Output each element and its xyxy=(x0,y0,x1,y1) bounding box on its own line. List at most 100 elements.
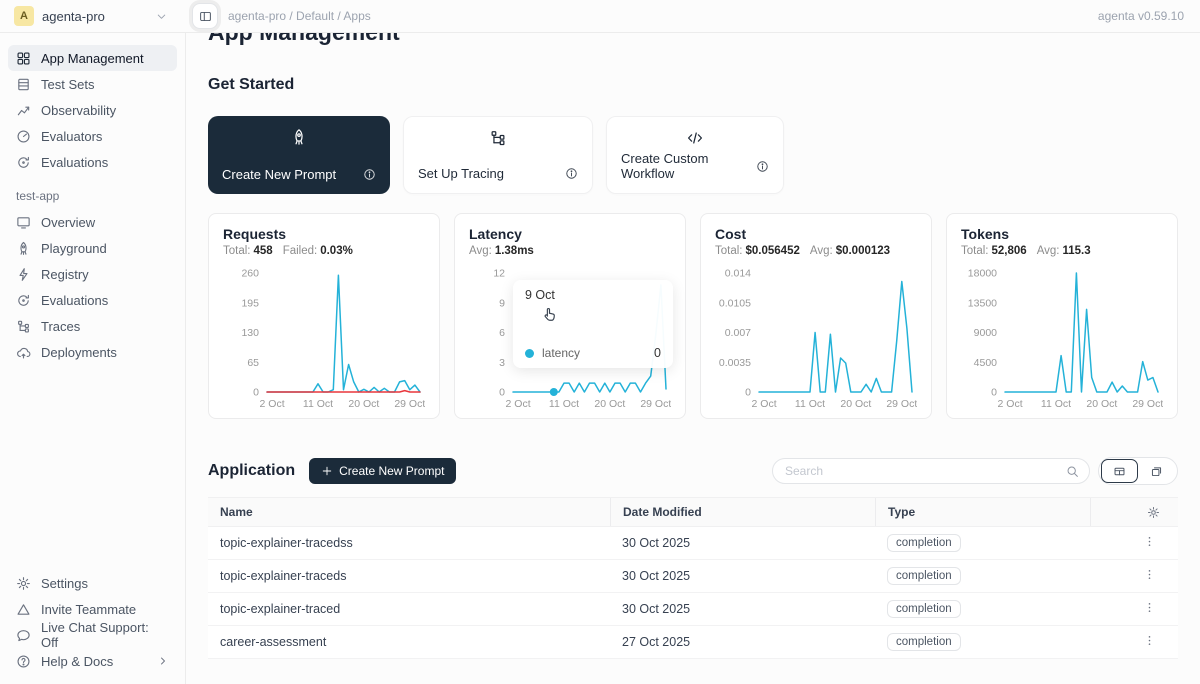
cell-name: topic-explainer-traced xyxy=(208,602,610,616)
column-header-name[interactable]: Name xyxy=(208,498,610,526)
breadcrumb[interactable]: agenta-pro / Default / Apps xyxy=(228,9,371,23)
svg-text:4500: 4500 xyxy=(974,357,998,369)
svg-text:0: 0 xyxy=(253,387,259,399)
sidebar-item-settings[interactable]: Settings xyxy=(8,570,177,596)
cell-date-modified: 30 Oct 2025 xyxy=(610,602,875,616)
search-icon[interactable] xyxy=(1066,465,1079,478)
cell-name: career-assessment xyxy=(208,635,610,649)
svg-text:20 Oct: 20 Oct xyxy=(594,398,625,410)
mouse-cursor-icon xyxy=(541,306,558,326)
card-label: Set Up Tracing xyxy=(418,166,504,181)
dots-vertical-icon xyxy=(1143,601,1156,614)
row-menu-button[interactable] xyxy=(1090,535,1178,551)
metric-title: Latency xyxy=(469,226,671,242)
workspace-selector[interactable]: A agenta-pro xyxy=(0,6,178,26)
svg-text:0.0035: 0.0035 xyxy=(719,357,751,369)
sidebar-item-registry[interactable]: Registry xyxy=(8,261,177,287)
cell-date-modified: 30 Oct 2025 xyxy=(610,569,875,583)
monitor-icon xyxy=(16,215,31,230)
card-view-icon xyxy=(1150,465,1163,478)
table-row-topic-explainer-traceds[interactable]: topic-explainer-traceds 30 Oct 2025 comp… xyxy=(208,560,1178,593)
svg-text:2 Oct: 2 Oct xyxy=(506,398,531,410)
row-menu-button[interactable] xyxy=(1090,634,1178,650)
metric-title: Tokens xyxy=(961,226,1163,242)
info-icon xyxy=(756,160,769,173)
cell-date-modified: 27 Oct 2025 xyxy=(610,635,875,649)
sidebar-item-app-management[interactable]: App Management xyxy=(8,45,177,71)
table-row-topic-explainer-tracedss[interactable]: topic-explainer-tracedss 30 Oct 2025 com… xyxy=(208,527,1178,560)
tree-icon xyxy=(418,129,578,147)
sidebar-item-label: Help & Docs xyxy=(41,654,113,669)
metric-stat: Avg:1.38ms xyxy=(469,245,534,257)
metric-card-tokens: Tokens Total:52,806Avg:115.3 04500900013… xyxy=(946,213,1178,419)
table-view-button[interactable] xyxy=(1101,459,1138,483)
create-new-prompt-button[interactable]: Create New Prompt xyxy=(309,458,456,484)
svg-text:29 Oct: 29 Oct xyxy=(1132,398,1163,410)
card-view-button[interactable] xyxy=(1138,459,1175,483)
chat-icon xyxy=(16,628,31,643)
rocket-icon xyxy=(16,241,31,256)
metric-stat: Avg:$0.000123 xyxy=(810,245,890,257)
sidebar-item-test-sets[interactable]: Test Sets xyxy=(8,71,177,97)
applications-table: Name Date Modified Type topic-explainer-… xyxy=(208,497,1178,659)
sidebar-item-label: Evaluators xyxy=(41,129,102,144)
svg-text:0.007: 0.007 xyxy=(725,327,751,339)
grid-icon xyxy=(16,51,31,66)
sidebar-item-label: Settings xyxy=(41,576,88,591)
column-header-type[interactable]: Type xyxy=(875,498,1090,526)
sidebar-item-live-chat-support-off[interactable]: Live Chat Support: Off xyxy=(8,622,177,648)
table-row-topic-explainer-traced[interactable]: topic-explainer-traced 30 Oct 2025 compl… xyxy=(208,593,1178,626)
svg-text:195: 195 xyxy=(241,297,259,309)
row-menu-button[interactable] xyxy=(1090,568,1178,584)
table-body: topic-explainer-tracedss 30 Oct 2025 com… xyxy=(208,527,1178,659)
create-custom-workflow-card[interactable]: Create Custom Workflow xyxy=(606,116,784,194)
column-header-date-modified[interactable]: Date Modified xyxy=(610,498,875,526)
legend-dot xyxy=(525,349,534,358)
sidebar-footer-list: Settings Invite Teammate Live Chat Support… xyxy=(8,570,177,674)
sidebar-item-traces[interactable]: Traces xyxy=(8,313,177,339)
help-icon xyxy=(16,654,31,669)
search-input[interactable] xyxy=(785,464,1060,478)
sidebar-item-evaluators[interactable]: Evaluators xyxy=(8,123,177,149)
cloud-icon xyxy=(16,345,31,360)
sidebar-item-help-docs[interactable]: Help & Docs xyxy=(8,648,177,674)
type-badge: completion xyxy=(887,534,961,552)
sidebar-item-observability[interactable]: Observability xyxy=(8,97,177,123)
view-toggle xyxy=(1098,457,1178,485)
row-menu-button[interactable] xyxy=(1090,601,1178,617)
sidebar-item-label: App Management xyxy=(41,51,144,66)
create-new-prompt-card[interactable]: Create New Prompt xyxy=(208,116,390,194)
table-icon xyxy=(16,77,31,92)
metric-card-latency: Latency Avg:1.38ms 0369122 Oct11 Oct20 O… xyxy=(454,213,686,419)
card-label: Create Custom Workflow xyxy=(621,151,756,181)
svg-text:18000: 18000 xyxy=(968,268,997,280)
sidebar-item-label: Evaluations xyxy=(41,293,108,308)
svg-text:2 Oct: 2 Oct xyxy=(260,398,285,410)
svg-text:11 Oct: 11 Oct xyxy=(549,398,579,410)
sidebar-item-overview[interactable]: Overview xyxy=(8,209,177,235)
tooltip-series-name: latency xyxy=(542,346,580,360)
sidebar-item-label: Test Sets xyxy=(41,77,94,92)
sidebar-item-evaluations[interactable]: Evaluations xyxy=(8,287,177,313)
column-settings[interactable] xyxy=(1090,498,1178,526)
table-row-career-assessment[interactable]: career-assessment 27 Oct 2025 completion xyxy=(208,626,1178,659)
svg-text:65: 65 xyxy=(247,357,259,369)
sidebar-item-evaluations[interactable]: Evaluations xyxy=(8,149,177,175)
cycle-icon xyxy=(16,155,31,170)
set-up-tracing-card[interactable]: Set Up Tracing xyxy=(403,116,593,194)
gear-icon xyxy=(1147,506,1160,519)
svg-text:0.0105: 0.0105 xyxy=(719,297,751,309)
sidebar-item-playground[interactable]: Playground xyxy=(8,235,177,261)
metric-stat: Total:$0.056452 xyxy=(715,245,800,257)
metric-stat: Total:52,806 xyxy=(961,245,1027,257)
chart-tooltip: 9 Oct latency 0 xyxy=(513,280,673,368)
metric-title: Cost xyxy=(715,226,917,242)
sidebar-item-label: Invite Teammate xyxy=(41,602,136,617)
tooltip-value: 0 xyxy=(654,346,661,360)
sidebar-toggle-button[interactable] xyxy=(192,3,218,29)
sidebar-app-list: OverviewPlaygroundRegistry Evaluations Tra… xyxy=(8,209,177,365)
sidebar-item-deployments[interactable]: Deployments xyxy=(8,339,177,365)
svg-text:2 Oct: 2 Oct xyxy=(998,398,1023,410)
svg-text:0: 0 xyxy=(991,387,997,399)
sidebar-item-invite-teammate[interactable]: Invite Teammate xyxy=(8,596,177,622)
